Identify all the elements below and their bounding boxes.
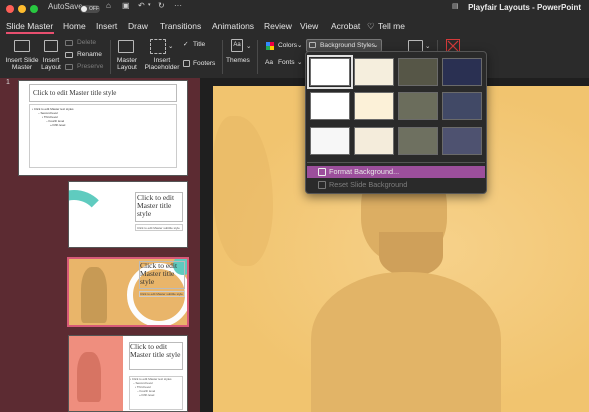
- undo-icon[interactable]: ↶: [138, 1, 145, 10]
- zoom-window-button[interactable]: [30, 5, 38, 13]
- insert-slide-master-button[interactable]: Insert Slide Master: [4, 57, 40, 71]
- preserve-icon: [65, 64, 73, 70]
- master-slide-thumbnail[interactable]: Click to edit Master title style • Click…: [18, 80, 188, 176]
- tab-tell-me[interactable]: Tell me: [378, 21, 405, 31]
- autosave-label: AutoSave: [48, 2, 83, 11]
- active-tab-indicator: [6, 32, 54, 34]
- chevron-down-icon[interactable]: ⌄: [246, 43, 252, 50]
- master-title-placeholder: Click to edit Master title style: [29, 84, 177, 102]
- master-body-placeholder: • Click to edit Master text styles – Sec…: [29, 104, 177, 168]
- background-styles-icon: [309, 42, 316, 48]
- redo-icon[interactable]: ↻: [158, 1, 165, 10]
- tab-animations[interactable]: Animations: [212, 21, 254, 31]
- background-style-swatch[interactable]: [310, 92, 350, 120]
- master-layout-button[interactable]: Master Layout: [112, 57, 142, 71]
- ribbon-divider: [257, 40, 258, 74]
- background-style-swatch[interactable]: [398, 92, 438, 120]
- undo-dropdown-icon[interactable]: ▾: [148, 2, 151, 8]
- format-background-icon: [318, 168, 326, 176]
- tab-draw[interactable]: Draw: [128, 21, 148, 31]
- themes-icon[interactable]: Aa: [231, 39, 243, 52]
- tab-slide-master[interactable]: Slide Master: [6, 21, 53, 31]
- minimize-window-button[interactable]: [18, 5, 26, 13]
- layout-subtitle-placeholder: Click to edit Master subtitle style: [139, 291, 185, 297]
- slide-number: 1: [6, 79, 10, 86]
- fonts-button[interactable]: Fonts: [278, 59, 295, 66]
- autosave-state: OFF: [89, 6, 99, 12]
- tab-view[interactable]: View: [300, 21, 318, 31]
- document-title: Playfair Layouts - PowerPoint: [468, 3, 581, 12]
- insert-placeholder-icon[interactable]: [150, 39, 166, 54]
- person-shoulders-shape: [311, 272, 501, 412]
- footers-checkbox[interactable]: [183, 60, 190, 67]
- rename-button[interactable]: Rename: [77, 51, 102, 58]
- layout-title-placeholder: Click to edit Master title style: [135, 192, 183, 222]
- tab-acrobat[interactable]: Acrobat: [331, 21, 360, 31]
- tab-transitions[interactable]: Transitions: [160, 21, 201, 31]
- background-style-swatch[interactable]: [442, 92, 482, 120]
- fonts-icon: Aa: [265, 59, 274, 66]
- insert-layout-icon[interactable]: [44, 40, 58, 52]
- person-photo: [77, 352, 101, 402]
- toggle-knob: [81, 6, 87, 12]
- themes-button[interactable]: Themes: [226, 57, 250, 64]
- layout-thumbnail-title[interactable]: Click to edit Master title style Click t…: [68, 181, 188, 248]
- colors-button[interactable]: Colors: [278, 42, 297, 49]
- chevron-down-icon[interactable]: ⌄: [297, 42, 303, 49]
- lightbulb-icon: ♡: [367, 21, 375, 31]
- master-layout-icon[interactable]: [118, 40, 134, 53]
- background-style-swatch[interactable]: [442, 58, 482, 86]
- reset-background-icon: [318, 181, 326, 189]
- ribbon-divider: [110, 40, 111, 74]
- teal-arc-decoration: [69, 190, 109, 247]
- background-style-swatch[interactable]: [354, 127, 394, 155]
- layout-body-placeholder: • Click to edit Master text styles – Sec…: [129, 376, 183, 410]
- more-commands-icon[interactable]: ···: [174, 1, 182, 10]
- preserve-button[interactable]: Preserve: [77, 63, 103, 70]
- autosave-toggle[interactable]: OFF: [80, 5, 100, 13]
- person-photo: [81, 267, 107, 323]
- ribbon-divider: [222, 40, 223, 74]
- document-icon: ▤: [452, 3, 459, 10]
- save-icon[interactable]: ▣: [122, 1, 130, 10]
- insert-layout-button[interactable]: Insert Layout: [40, 57, 62, 71]
- colors-icon: [266, 42, 274, 50]
- background-style-swatch[interactable]: [310, 127, 350, 155]
- layout-title-placeholder: Click to edit Master title style: [129, 342, 183, 370]
- layout-title-placeholder: Click to edit Master title style: [139, 261, 185, 289]
- chevron-down-icon[interactable]: ⌄: [373, 42, 379, 49]
- home-icon[interactable]: ⌂: [106, 1, 111, 10]
- layout-subtitle-placeholder: Click to edit Master subtitle style: [135, 224, 183, 231]
- tab-bar: [0, 17, 589, 36]
- chevron-down-icon[interactable]: ⌄: [297, 59, 303, 66]
- title-checkbox[interactable]: ✓: [183, 41, 189, 48]
- footers-checkbox-label: Footers: [193, 60, 216, 67]
- chevron-down-icon[interactable]: ⌄: [425, 43, 431, 50]
- body-level-5: » Fifth level: [139, 393, 155, 397]
- background-style-swatch[interactable]: [398, 127, 438, 155]
- menu-divider: [307, 162, 485, 163]
- background-style-swatch[interactable]: [398, 58, 438, 86]
- rename-icon: [65, 52, 73, 58]
- insert-placeholder-button[interactable]: Insert Placeholder: [142, 57, 182, 71]
- background-style-swatch[interactable]: [354, 92, 394, 120]
- tab-home[interactable]: Home: [63, 21, 86, 31]
- person-beard-shape: [379, 232, 443, 276]
- title-checkbox-label: Title: [193, 41, 206, 48]
- format-background-menu-item[interactable]: Format Background...: [307, 166, 485, 178]
- background-style-swatch[interactable]: [307, 55, 353, 89]
- layout-thumbnail-photo-selected[interactable]: Click to edit Master title style Click t…: [67, 257, 189, 327]
- background-style-swatch[interactable]: [354, 58, 394, 86]
- delete-button[interactable]: Delete: [77, 39, 96, 46]
- body-level-5: » Fifth level: [50, 123, 66, 127]
- tab-review[interactable]: Review: [264, 21, 292, 31]
- insert-slide-master-icon[interactable]: [14, 40, 30, 52]
- background-style-swatch[interactable]: [442, 127, 482, 155]
- tab-insert[interactable]: Insert: [96, 21, 117, 31]
- delete-icon: [65, 40, 73, 46]
- background-styles-label: Background Styles: [320, 42, 375, 49]
- close-window-button[interactable]: [6, 5, 14, 13]
- chevron-down-icon[interactable]: ⌄: [168, 43, 174, 50]
- layout-thumbnail-photo-half[interactable]: Click to edit Master title style • Click…: [68, 335, 188, 412]
